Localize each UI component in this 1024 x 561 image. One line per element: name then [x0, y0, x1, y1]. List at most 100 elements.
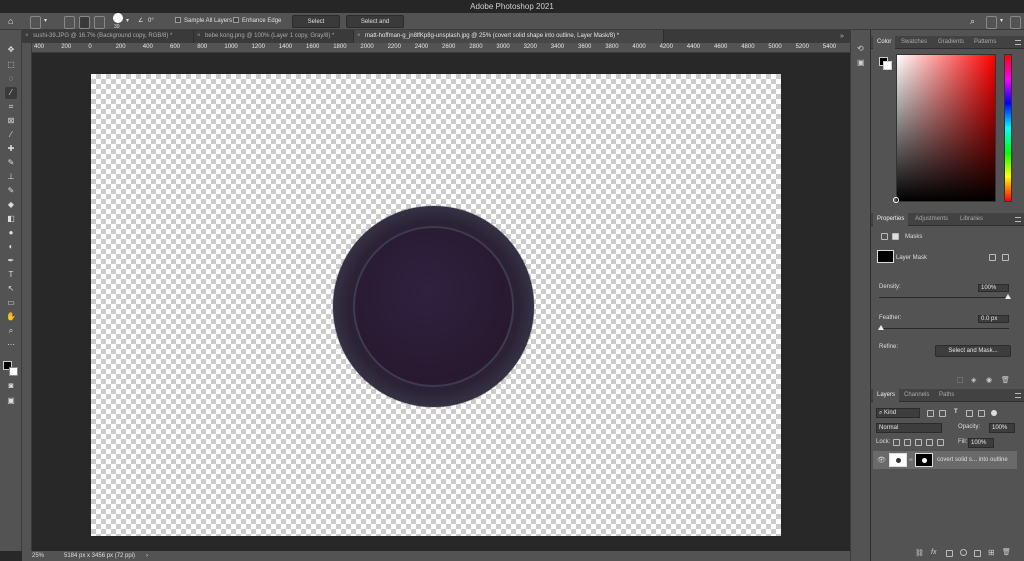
enhance-edge-checkbox[interactable]: Enhance Edge: [233, 15, 281, 28]
load-selection-icon[interactable]: ⬚: [957, 376, 964, 384]
color-picker-field[interactable]: [896, 54, 996, 202]
chevron-down-icon[interactable]: ▾: [1000, 15, 1003, 28]
layer-mask-thumbnail[interactable]: [915, 453, 933, 467]
density-field[interactable]: 100%: [978, 284, 1009, 292]
tab-properties[interactable]: Properties: [873, 213, 909, 226]
history-panel-icon[interactable]: ⟲: [857, 44, 864, 53]
fill-field[interactable]: 100%: [968, 438, 994, 448]
feather-slider[interactable]: [879, 328, 1009, 329]
frame-tool-icon[interactable]: ⊠: [5, 115, 17, 127]
tab-sushi[interactable]: × sushi-39.JPG @ 16.7% (Background copy, …: [22, 30, 194, 43]
pixel-mask-icon[interactable]: [881, 233, 888, 240]
tab-swatches[interactable]: Swatches: [897, 36, 931, 49]
crop-tool-icon[interactable]: ⌗: [5, 101, 17, 113]
new-selection-icon[interactable]: [64, 16, 75, 29]
checkbox-icon[interactable]: [175, 17, 181, 24]
lock-transparent-icon[interactable]: [893, 439, 900, 446]
type-tool-icon[interactable]: T: [5, 269, 17, 281]
delete-layer-icon[interactable]: 🗑: [1002, 548, 1011, 556]
tab-libraries[interactable]: Libraries: [956, 213, 987, 226]
chevron-down-icon[interactable]: ▾: [44, 15, 47, 28]
quick-mask-icon[interactable]: ◙: [5, 380, 17, 392]
tab-bebe-kong[interactable]: × bebe kong.png @ 100% (Layer 1 copy, Gra…: [194, 30, 354, 43]
panel-menu-icon[interactable]: [1015, 393, 1021, 398]
home-icon[interactable]: ⌂: [8, 15, 13, 28]
select-and-mask-button[interactable]: Select and Mask...: [346, 15, 404, 38]
layer-name[interactable]: covert solid s... into outline: [937, 457, 1008, 463]
quick-selection-tool-icon[interactable]: ⁄: [5, 87, 17, 99]
layer-filter-kind[interactable]: ⌕ Kind: [876, 408, 920, 418]
zoom-level[interactable]: 25%: [32, 551, 44, 561]
clone-stamp-tool-icon[interactable]: ⊥: [5, 171, 17, 183]
layer-mask-thumbnail[interactable]: [877, 250, 894, 263]
tab-gradients[interactable]: Gradients: [934, 36, 968, 49]
lasso-tool-icon[interactable]: ◌: [5, 73, 17, 85]
lock-image-icon[interactable]: [904, 439, 911, 446]
layer-thumbnail[interactable]: [889, 453, 907, 467]
link-layers-icon[interactable]: ⛓: [915, 549, 924, 557]
eyedropper-tool-icon[interactable]: ⁄: [5, 129, 17, 141]
close-icon[interactable]: ×: [357, 30, 361, 43]
history-brush-tool-icon[interactable]: ✎: [5, 185, 17, 197]
rectangle-tool-icon[interactable]: ▭: [5, 297, 17, 309]
lock-all-icon[interactable]: [937, 439, 944, 446]
layer-row[interactable]: 👁 ∞ covert solid s... into outline: [873, 451, 1017, 469]
panel-menu-icon[interactable]: [1015, 217, 1021, 222]
hand-tool-icon[interactable]: ✋: [5, 311, 17, 323]
tab-patterns[interactable]: Patterns: [970, 36, 1000, 49]
tab-channels[interactable]: Channels: [900, 389, 933, 402]
select-pixel-mask-icon[interactable]: [989, 254, 996, 261]
chevron-down-icon[interactable]: ▾: [126, 15, 129, 28]
paint-bucket-tool-icon[interactable]: ◧: [5, 213, 17, 225]
eraser-tool-icon[interactable]: ◆: [5, 199, 17, 211]
quick-selection-preset-icon[interactable]: [30, 16, 41, 29]
brush-tool-icon[interactable]: ✎: [5, 157, 17, 169]
add-mask-icon[interactable]: [946, 550, 953, 557]
tab-color[interactable]: Color: [873, 36, 896, 49]
healing-brush-tool-icon[interactable]: ✚: [5, 143, 17, 155]
background-color-swatch[interactable]: [883, 61, 892, 70]
select-subject-button[interactable]: Select Subject: [292, 15, 340, 38]
tab-layers[interactable]: Layers: [873, 389, 900, 402]
layer-visibility-eye-icon[interactable]: 👁: [877, 456, 886, 464]
background-color-swatch[interactable]: [9, 367, 18, 376]
workspace-icon[interactable]: [986, 16, 997, 29]
new-layer-icon[interactable]: ⊞: [988, 548, 995, 557]
share-icon[interactable]: [1010, 16, 1021, 29]
color-picker-cursor[interactable]: [893, 197, 899, 203]
density-slider-thumb[interactable]: [1005, 294, 1011, 299]
tab-paths[interactable]: Paths: [935, 389, 958, 402]
vector-mask-icon[interactable]: [892, 233, 899, 240]
zoom-tool-icon[interactable]: ⌕: [5, 325, 17, 337]
screen-mode-icon[interactable]: ▣: [5, 395, 17, 407]
close-icon[interactable]: ×: [25, 30, 29, 43]
apply-mask-icon[interactable]: ◈: [971, 376, 976, 384]
sample-all-layers-checkbox[interactable]: Sample All Layers: [175, 15, 232, 28]
path-selection-tool-icon[interactable]: ↖: [5, 283, 17, 295]
blur-tool-icon[interactable]: ●: [5, 227, 17, 239]
filter-type-icon[interactable]: T: [954, 409, 958, 415]
more-tools-icon[interactable]: ⋯: [5, 339, 17, 351]
density-slider[interactable]: [879, 297, 1009, 298]
tab-matt-hoffman[interactable]: × matt-hoffman-g_jn8lfKp8g-unsplash.jpg @…: [354, 30, 664, 43]
visibility-eye-icon[interactable]: ◉: [986, 376, 992, 384]
move-tool-icon[interactable]: ✥: [5, 44, 17, 56]
filter-adjustment-icon[interactable]: [939, 410, 946, 417]
tabs-overflow-icon[interactable]: »: [840, 30, 844, 43]
document-info[interactable]: 5184 px x 3456 px (72 ppi): [64, 551, 135, 561]
lock-artboard-icon[interactable]: [926, 439, 933, 446]
tab-adjustments[interactable]: Adjustments: [911, 213, 952, 226]
checkbox-icon[interactable]: [233, 17, 239, 24]
opacity-field[interactable]: 100%: [989, 423, 1015, 433]
add-to-selection-icon[interactable]: [79, 16, 90, 29]
feather-field[interactable]: 0.0 px: [978, 315, 1009, 323]
search-icon[interactable]: ⌕: [970, 15, 975, 28]
pen-tool-icon[interactable]: ✒: [5, 255, 17, 267]
close-icon[interactable]: ×: [197, 30, 201, 43]
add-vector-mask-icon[interactable]: [1002, 254, 1009, 261]
lock-position-icon[interactable]: [915, 439, 922, 446]
feather-slider-thumb[interactable]: [878, 325, 884, 330]
adjustment-layer-icon[interactable]: [960, 549, 967, 556]
layer-style-icon[interactable]: fx: [931, 549, 936, 556]
hue-slider[interactable]: [1004, 54, 1012, 202]
